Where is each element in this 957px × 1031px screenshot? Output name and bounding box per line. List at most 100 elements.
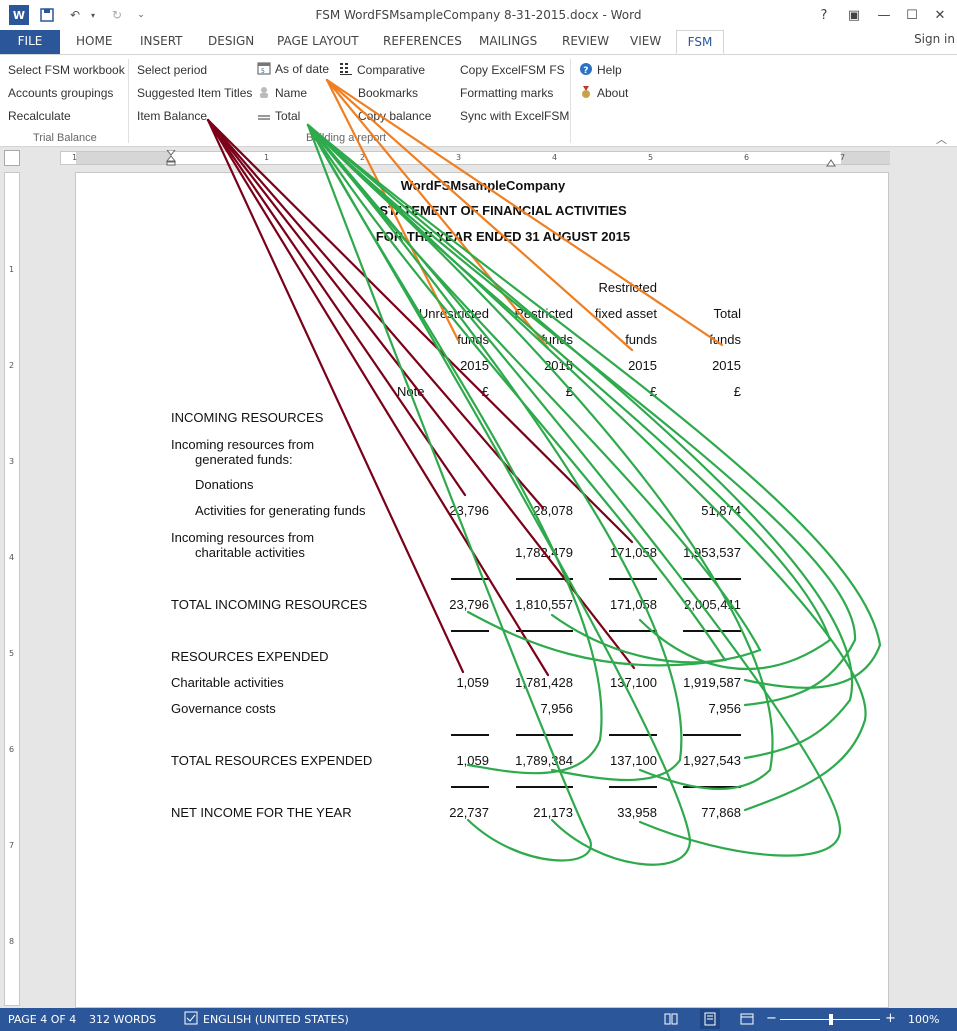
minimize-icon[interactable]: —: [872, 4, 896, 26]
row-label-total-expended: TOTAL RESOURCES EXPENDED: [171, 753, 373, 768]
ruler-number: 3: [9, 457, 15, 466]
row-label-total-incoming: TOTAL INCOMING RESOURCES: [171, 597, 368, 612]
tab-file[interactable]: FILE: [0, 30, 60, 54]
group-separator: [570, 59, 571, 143]
ruler-number: 4: [9, 553, 15, 562]
item-balance-button[interactable]: Item Balance: [137, 109, 207, 123]
ruler-number: 2: [360, 153, 366, 162]
ruler-number: 1: [264, 153, 270, 162]
proofing-icon[interactable]: [184, 1011, 198, 1028]
indent-marker-icon[interactable]: [165, 149, 177, 166]
word-count[interactable]: 312 WORDS: [89, 1013, 156, 1026]
suggested-item-titles-button[interactable]: Suggested Item Titles: [137, 86, 252, 100]
close-icon[interactable]: ✕: [928, 4, 952, 26]
building-a-report-group-label: Building a report: [306, 132, 387, 144]
read-mode-icon[interactable]: [664, 1012, 678, 1029]
about-button[interactable]: About: [579, 85, 628, 100]
tab-design[interactable]: DESIGN: [202, 30, 260, 54]
zoom-out-icon[interactable]: −: [766, 1011, 777, 1026]
row-label-net-income: NET INCOME FOR THE YEAR: [171, 805, 352, 820]
horizontal-ruler[interactable]: 1 1 2 3 4 5 6 7: [60, 149, 890, 167]
web-layout-icon[interactable]: [740, 1012, 754, 1029]
subtotal-rule: [683, 734, 741, 736]
period-heading: FOR THE YEAR ENDED 31 AUGUST 2015: [375, 229, 631, 244]
ruler-number: 8: [9, 937, 15, 946]
subtotal-rule: [683, 786, 741, 788]
bookmarks-button[interactable]: Bookmarks: [358, 86, 418, 100]
person-icon: [260, 87, 268, 98]
ruler-number: 5: [9, 649, 15, 658]
total-button[interactable]: Total: [257, 108, 300, 123]
row-label-generated-funds: Incoming resources from: [171, 437, 315, 452]
group-separator: [128, 59, 129, 143]
zoom-in-icon[interactable]: +: [885, 1011, 896, 1026]
horizontal-ruler-row: 1 1 2 3 4 5 6 7: [0, 147, 957, 170]
comparative-button[interactable]: Comparative: [339, 62, 425, 77]
column-header-year: 2015: [712, 358, 741, 373]
row-label-generated-funds-cont: generated funds:: [195, 452, 293, 467]
row-label-charitable-cont: charitable activities: [195, 545, 305, 560]
table-cell: 77,868: [701, 805, 741, 820]
tab-selector-icon[interactable]: [4, 150, 20, 166]
language-indicator[interactable]: ENGLISH (UNITED STATES): [203, 1013, 349, 1026]
recalculate-button[interactable]: Recalculate: [8, 109, 71, 123]
subtotal-rule: [683, 630, 741, 632]
name-button[interactable]: Name: [257, 85, 307, 100]
row-label-activities: Activities for generating funds: [195, 503, 366, 518]
subtotal-rule: [609, 734, 657, 736]
statement-heading: STATEMENT OF FINANCIAL ACTIVITIES: [379, 203, 627, 218]
subtotal-rule: [609, 630, 657, 632]
sync-with-excelfsm-button[interactable]: Sync with ExcelFSM: [460, 109, 569, 123]
tab-insert[interactable]: INSERT: [134, 30, 189, 54]
tab-review[interactable]: REVIEW: [556, 30, 615, 54]
tab-references[interactable]: REFERENCES: [377, 30, 468, 54]
subtotal-rule: [451, 786, 489, 788]
ribbon-display-icon[interactable]: ▣: [842, 4, 866, 26]
ruler-number: 1: [9, 265, 15, 274]
maximize-icon[interactable]: ☐: [900, 4, 924, 26]
zoom-slider-thumb[interactable]: [829, 1014, 833, 1025]
medal-icon: [582, 86, 590, 98]
accounts-groupings-button[interactable]: Accounts groupings: [8, 86, 113, 100]
sign-in-link[interactable]: Sign in: [914, 32, 955, 46]
tab-fsm[interactable]: FSM: [676, 30, 724, 54]
tab-page-layout[interactable]: PAGE LAYOUT: [271, 30, 365, 54]
copy-excelfsm-fs-button[interactable]: Copy ExcelFSM FS: [460, 63, 565, 77]
ribbon-tabs: FILE HOME INSERT DESIGN PAGE LAYOUT REFE…: [0, 30, 957, 54]
document-page[interactable]: WordFSMsampleCompany STATEMENT OF FINANC…: [75, 172, 889, 1008]
select-fsm-workbook-button[interactable]: Select FSM workbook: [8, 63, 125, 77]
right-indent-marker-icon[interactable]: [826, 156, 836, 170]
vertical-ruler[interactable]: 1 2 3 4 5 6 7 8: [4, 172, 20, 1006]
help-icon[interactable]: ?: [812, 4, 836, 26]
fsm-ribbon: Select FSM workbook Accounts groupings R…: [0, 54, 957, 147]
ruler-number: 6: [9, 745, 15, 754]
as-of-date-button[interactable]: 5 As of date: [257, 61, 329, 76]
help-button[interactable]: ? Help: [579, 62, 622, 77]
ruler-number: 4: [552, 153, 558, 162]
name-label: Name: [275, 86, 308, 100]
subtotal-rule: [451, 630, 489, 632]
copy-balance-button[interactable]: Copy balance: [358, 109, 431, 123]
status-bar: PAGE 4 OF 4 312 WORDS ENGLISH (UNITED ST…: [0, 1008, 957, 1031]
column-header-total: Total: [713, 306, 741, 321]
svg-text:?: ?: [583, 66, 588, 76]
subtotal-rule: [516, 578, 573, 580]
print-layout-icon[interactable]: [700, 1009, 720, 1029]
page-count[interactable]: PAGE 4 OF 4: [8, 1013, 76, 1026]
subtotal-rule: [609, 786, 657, 788]
formatting-marks-button[interactable]: Formatting marks: [460, 86, 553, 100]
tab-home[interactable]: HOME: [70, 30, 118, 54]
select-period-button[interactable]: Select period: [137, 63, 207, 77]
title-bar: W ↶ ▾ ↻ ⌄ FSM WordFSMsampleCompany 8-31-…: [0, 0, 957, 30]
tab-mailings[interactable]: MAILINGS: [473, 30, 543, 54]
row-label-governance: Governance costs: [171, 701, 276, 716]
subtotal-rule: [451, 578, 489, 580]
trial-balance-group-label: Trial Balance: [33, 132, 97, 144]
row-label-donations: Donations: [195, 477, 254, 492]
zoom-level[interactable]: 100%: [908, 1013, 939, 1026]
table-cell: 1,919,587: [683, 675, 741, 690]
tab-view[interactable]: VIEW: [624, 30, 667, 54]
section-heading-incoming: INCOMING RESOURCES: [171, 410, 324, 425]
table-cell: 7,956: [540, 701, 573, 716]
collapse-ribbon-icon[interactable]: ︿: [936, 131, 947, 147]
